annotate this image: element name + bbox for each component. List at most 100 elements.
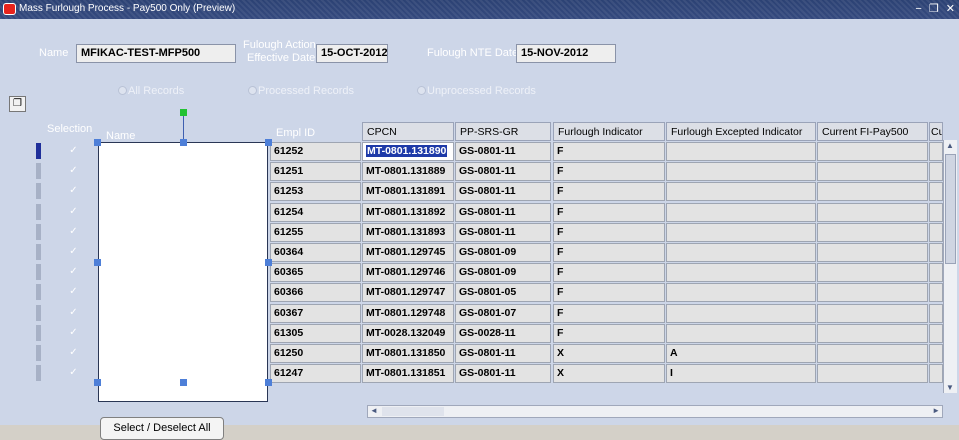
select-deselect-all-button[interactable]: Select / Deselect All [100, 417, 224, 440]
cell-empl-id[interactable]: 61251 [270, 162, 361, 181]
cell-current-fi-pay500[interactable] [817, 203, 928, 222]
cell-empl-id[interactable]: 61254 [270, 203, 361, 222]
cell-furlough-indicator[interactable]: X [553, 364, 665, 383]
vertical-scrollbar[interactable]: ▲ ▼ [943, 140, 957, 393]
cell-pp-srs-gr[interactable]: GS-0801-11 [455, 223, 551, 242]
row-indicator[interactable] [36, 284, 41, 300]
cell-empl-id[interactable]: 61253 [270, 182, 361, 201]
cell-truncated[interactable] [929, 243, 943, 262]
selection-checkbox[interactable]: ✓ [68, 348, 79, 358]
horizontal-scrollbar[interactable]: ◄ ► [367, 405, 943, 418]
cell-cpcn[interactable]: MT-0801.131893 [362, 223, 454, 242]
cell-truncated[interactable] [929, 203, 943, 222]
cell-furlough-indicator[interactable]: F [553, 283, 665, 302]
cell-truncated[interactable] [929, 283, 943, 302]
row-indicator[interactable] [36, 224, 41, 240]
cell-furlough-excepted[interactable] [666, 223, 816, 242]
cell-furlough-excepted[interactable] [666, 324, 816, 343]
cell-empl-id[interactable]: 60367 [270, 304, 361, 323]
cell-cpcn[interactable]: MT-0801.131850 [362, 344, 454, 363]
cell-current-fi-pay500[interactable] [817, 182, 928, 201]
drawing-canvas[interactable] [98, 142, 268, 402]
row-indicator[interactable] [36, 264, 41, 280]
cell-truncated[interactable] [929, 162, 943, 181]
cell-pp-srs-gr[interactable]: GS-0801-11 [455, 364, 551, 383]
radio-unprocessed-records[interactable]: Unprocessed Records [417, 85, 536, 97]
cell-pp-srs-gr[interactable]: GS-0028-11 [455, 324, 551, 343]
cell-truncated[interactable] [929, 142, 943, 161]
cell-furlough-indicator[interactable]: F [553, 162, 665, 181]
row-indicator[interactable] [36, 325, 41, 341]
cell-current-fi-pay500[interactable] [817, 162, 928, 181]
cell-furlough-excepted[interactable] [666, 304, 816, 323]
cell-furlough-excepted[interactable] [666, 263, 816, 282]
cell-empl-id[interactable]: 60364 [270, 243, 361, 262]
vertical-scroll-thumb[interactable] [945, 154, 956, 264]
col-header-furlough-excepted[interactable]: Furlough Excepted Indicator [666, 122, 816, 141]
row-indicator[interactable] [36, 143, 41, 159]
selection-checkbox[interactable]: ✓ [68, 227, 79, 237]
selection-checkbox[interactable]: ✓ [68, 166, 79, 176]
resize-handle-tl[interactable] [94, 139, 101, 146]
cell-empl-id[interactable]: 61247 [270, 364, 361, 383]
cell-cpcn[interactable]: MT-0801.129748 [362, 304, 454, 323]
selection-checkbox[interactable]: ✓ [68, 287, 79, 297]
cell-furlough-excepted[interactable] [666, 283, 816, 302]
cell-empl-id[interactable]: 61252 [270, 142, 361, 161]
cell-truncated[interactable] [929, 364, 943, 383]
cell-furlough-indicator[interactable]: F [553, 203, 665, 222]
cell-cpcn[interactable]: MT-0801.129745 [362, 243, 454, 262]
cell-furlough-excepted[interactable] [666, 243, 816, 262]
resize-handle-tr[interactable] [265, 139, 272, 146]
cell-pp-srs-gr[interactable]: GS-0801-05 [455, 283, 551, 302]
cell-furlough-indicator[interactable]: F [553, 243, 665, 262]
resize-handle-ml[interactable] [94, 259, 101, 266]
folder-icon[interactable]: ❐ [9, 96, 26, 112]
selection-checkbox[interactable]: ✓ [68, 308, 79, 318]
cell-truncated[interactable] [929, 263, 943, 282]
col-header-current-fi-pay500[interactable]: Current FI-Pay500 [817, 122, 928, 141]
cell-pp-srs-gr[interactable]: GS-0801-11 [455, 203, 551, 222]
row-indicator[interactable] [36, 163, 41, 179]
cell-furlough-indicator[interactable]: F [553, 223, 665, 242]
col-header-truncated[interactable]: Cu [929, 122, 943, 141]
row-indicator[interactable] [36, 244, 41, 260]
cell-current-fi-pay500[interactable] [817, 243, 928, 262]
selection-checkbox[interactable]: ✓ [68, 186, 79, 196]
cell-current-fi-pay500[interactable] [817, 344, 928, 363]
cell-empl-id[interactable]: 61250 [270, 344, 361, 363]
horizontal-scroll-thumb[interactable] [382, 407, 444, 416]
resize-handle-tm[interactable] [180, 139, 187, 146]
cell-empl-id[interactable]: 60366 [270, 283, 361, 302]
col-header-furlough-indicator[interactable]: Furlough Indicator [553, 122, 665, 141]
nte-date-field[interactable]: 15-NOV-2012 [516, 44, 616, 63]
cell-cpcn[interactable]: MT-0801.131889 [362, 162, 454, 181]
selection-checkbox[interactable]: ✓ [68, 368, 79, 378]
cell-furlough-excepted[interactable] [666, 203, 816, 222]
cell-truncated[interactable] [929, 304, 943, 323]
cell-pp-srs-gr[interactable]: GS-0801-11 [455, 142, 551, 161]
selection-checkbox[interactable]: ✓ [68, 207, 79, 217]
scroll-up-icon[interactable]: ▲ [946, 141, 954, 150]
row-indicator[interactable] [36, 365, 41, 381]
cell-current-fi-pay500[interactable] [817, 304, 928, 323]
cell-current-fi-pay500[interactable] [817, 364, 928, 383]
resize-handle-mr[interactable] [265, 259, 272, 266]
cell-truncated[interactable] [929, 223, 943, 242]
row-indicator[interactable] [36, 204, 41, 220]
cell-pp-srs-gr[interactable]: GS-0801-07 [455, 304, 551, 323]
cell-cpcn[interactable]: MT-0028.132049 [362, 324, 454, 343]
resize-handle-br[interactable] [265, 379, 272, 386]
row-indicator[interactable] [36, 183, 41, 199]
radio-all-records[interactable]: All Records [118, 85, 184, 97]
cell-pp-srs-gr[interactable]: GS-0801-09 [455, 263, 551, 282]
cell-pp-srs-gr[interactable]: GS-0801-11 [455, 182, 551, 201]
cell-empl-id[interactable]: 61255 [270, 223, 361, 242]
cell-empl-id[interactable]: 60365 [270, 263, 361, 282]
cell-cpcn[interactable]: MT-0801.131851 [362, 364, 454, 383]
row-indicator[interactable] [36, 345, 41, 361]
cell-furlough-indicator[interactable]: F [553, 324, 665, 343]
window-controls[interactable]: − ❐ ✕ [915, 2, 957, 15]
cell-furlough-excepted[interactable] [666, 142, 816, 161]
cell-pp-srs-gr[interactable]: GS-0801-11 [455, 344, 551, 363]
